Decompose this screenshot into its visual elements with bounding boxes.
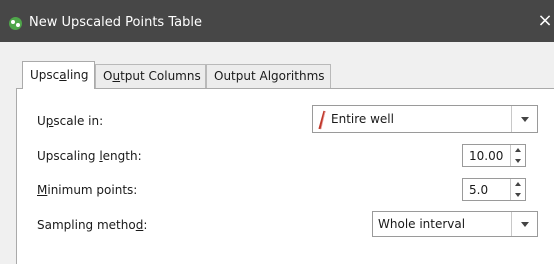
tab-output-columns[interactable]: Output Columns xyxy=(95,64,206,88)
sampling-method-value: Whole interval xyxy=(378,217,466,231)
tab-label: Upscaling xyxy=(30,68,89,82)
tab-output-algorithms[interactable]: Output Algorithms xyxy=(206,64,331,88)
upscale-in-value: Entire well xyxy=(331,112,394,126)
upscaling-length-value: 10.00 xyxy=(469,148,504,163)
tab-upscaling[interactable]: Upscaling xyxy=(22,61,95,89)
tab-label: Output Algorithms xyxy=(214,69,325,83)
chevron-down-icon[interactable] xyxy=(511,106,537,132)
minimum-points-spinbox[interactable]: 5.0 xyxy=(462,178,526,201)
upscale-in-label: Upscale in: xyxy=(37,114,104,128)
minimum-points-label: Minimum points: xyxy=(37,183,138,197)
well-trace-icon xyxy=(318,110,326,130)
upscale-in-combobox[interactable]: Entire well xyxy=(312,105,538,133)
title-bar: New Upscaled Points Table × xyxy=(0,0,554,42)
sampling-method-combobox[interactable]: Whole interval xyxy=(372,211,538,237)
upscaling-length-spinbox[interactable]: 10.00 xyxy=(462,144,526,167)
chevron-down-icon[interactable] xyxy=(511,212,537,236)
spin-up-icon[interactable] xyxy=(511,145,525,156)
minimum-points-value: 5.0 xyxy=(469,182,489,197)
spin-buttons xyxy=(510,179,525,200)
spin-down-icon[interactable] xyxy=(511,190,525,201)
sampling-method-label: Sampling method: xyxy=(37,218,148,232)
upscaling-length-label: Upscaling length: xyxy=(37,149,142,163)
spin-up-icon[interactable] xyxy=(511,179,525,190)
close-button[interactable]: × xyxy=(536,11,554,33)
spin-buttons xyxy=(510,145,525,166)
spin-down-icon[interactable] xyxy=(511,156,525,167)
app-logo-icon xyxy=(9,17,22,30)
tab-label: Output Columns xyxy=(103,69,201,83)
window-title: New Upscaled Points Table xyxy=(29,15,202,30)
